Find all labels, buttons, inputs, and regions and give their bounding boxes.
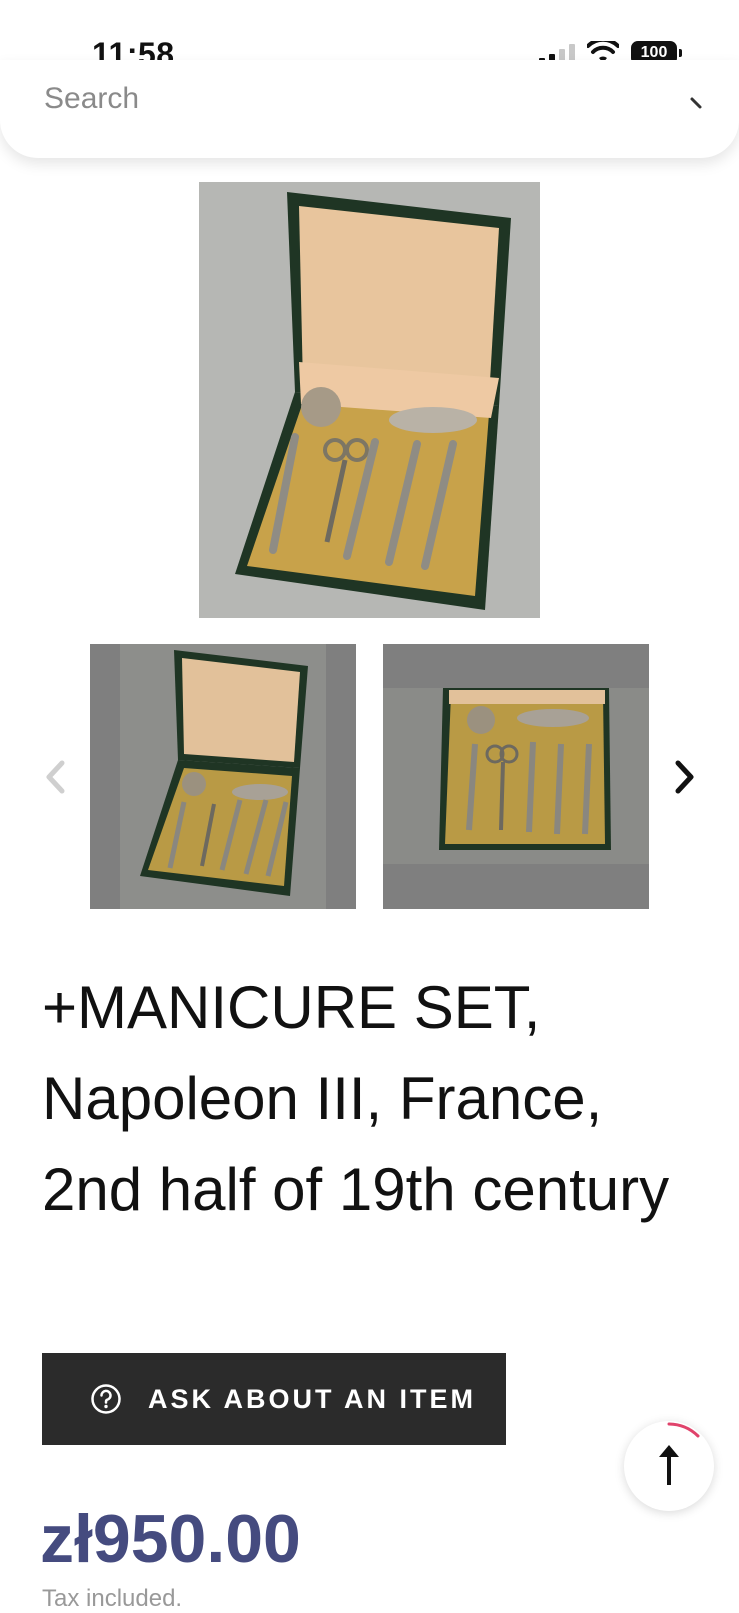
product-title: +MANICURE SET, Napoleon III, France, 2nd… [42,974,670,1223]
carousel-next-button[interactable] [670,757,700,797]
ask-about-item-button[interactable]: ASK ABOUT AN ITEM [42,1353,506,1445]
search-input[interactable]: Search [44,82,139,116]
carousel-prev-button[interactable] [40,757,70,797]
thumbnail-2[interactable] [383,644,649,909]
product-price: zł950.00 [40,1501,301,1577]
search-bar[interactable]: Search [0,60,739,158]
chevron-right-icon [675,760,694,794]
thumbnail-1[interactable] [90,644,356,909]
scroll-progress-ring [667,1422,700,1438]
search-icon[interactable] [689,96,703,110]
main-product-image[interactable] [199,182,540,618]
tax-note: Tax included. [42,1585,183,1612]
ask-button-label: ASK ABOUT AN ITEM [148,1383,476,1414]
chevron-left-icon [46,760,65,794]
question-circle-icon [91,1384,121,1414]
scroll-to-top-button[interactable] [624,1421,714,1511]
